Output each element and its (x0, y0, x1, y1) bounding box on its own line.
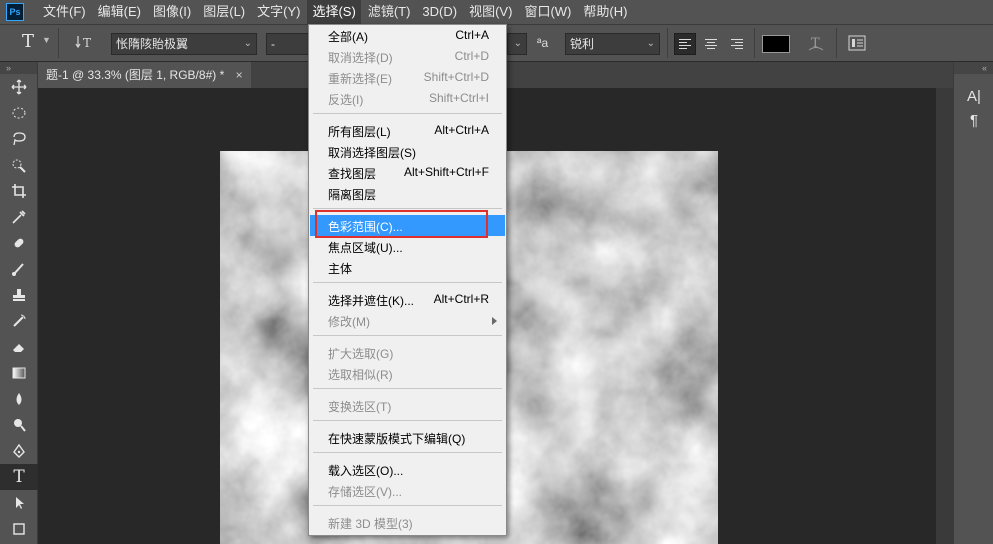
divider (754, 28, 755, 58)
menu-item-save-selection[interactable]: 存储选区(V)... (310, 480, 505, 501)
shape-tool-icon[interactable] (0, 516, 38, 542)
menu-item-quick-mask[interactable]: 在快速蒙版模式下编辑(Q) (310, 427, 505, 448)
menu-bar: Ps 文件(F) 编辑(E) 图像(I) 图层(L) 文字(Y) 选择(S) 滤… (0, 0, 993, 24)
menu-item-modify[interactable]: 修改(M) (310, 310, 505, 331)
menu-item-similar[interactable]: 选取相似(R) (310, 363, 505, 384)
pen-tool-icon[interactable] (0, 438, 38, 464)
panel-collapse-grip[interactable]: » (0, 62, 37, 74)
menu-3d[interactable]: 3D(D) (417, 0, 462, 24)
font-family-select[interactable]: 怅隋陔貽极翼 ⌄ (111, 33, 257, 55)
right-panel-dock: « A| ¶ (953, 62, 993, 544)
chevron-down-icon: ⌄ (646, 38, 655, 49)
clone-stamp-tool-icon[interactable] (0, 282, 38, 308)
menu-item-select-and-mask[interactable]: 选择并遮住(K)... Alt+Ctrl+R (310, 289, 505, 310)
menu-item-transform-selection[interactable]: 变换选区(T) (310, 395, 505, 416)
align-right-icon (731, 37, 743, 51)
type-tool-preset-icon[interactable]: T (22, 31, 34, 53)
brush-tool-icon[interactable] (0, 256, 38, 282)
document-tab[interactable]: 题-1 @ 33.3% (图层 1, RGB/8#) * × (38, 62, 251, 88)
menu-separator (313, 113, 502, 114)
character-panel-icon[interactable]: A| (954, 84, 993, 108)
tools-panel: » T (0, 62, 38, 544)
menu-separator (313, 282, 502, 283)
panel-collapse-grip[interactable]: « (954, 62, 993, 74)
menu-separator (313, 335, 502, 336)
menu-item-load-selection[interactable]: 载入选区(O)... (310, 459, 505, 480)
character-panel-toggle-icon[interactable] (848, 35, 866, 57)
align-left-button[interactable] (674, 33, 696, 55)
marquee-tool-icon[interactable] (0, 100, 38, 126)
menu-layer[interactable]: 图层(L) (198, 0, 250, 24)
menu-help[interactable]: 帮助(H) (578, 0, 632, 24)
warp-text-icon[interactable]: T (806, 33, 826, 55)
menu-image[interactable]: 图像(I) (148, 0, 196, 24)
font-family-value: 怅隋陔貽极翼 (116, 37, 189, 51)
menu-window[interactable]: 窗口(W) (519, 0, 576, 24)
menu-file[interactable]: 文件(F) (38, 0, 91, 24)
menu-item-all-layers[interactable]: 所有图层(L) Alt+Ctrl+A (310, 120, 505, 141)
annotation-highlight-box (315, 210, 488, 238)
toggle-text-orientation-icon[interactable]: T (75, 33, 93, 55)
close-icon[interactable]: × (236, 68, 243, 82)
menu-item-deselect-layers[interactable]: 取消选择图层(S) (310, 141, 505, 162)
healing-brush-tool-icon[interactable] (0, 230, 38, 256)
chevron-down-icon: ⌄ (243, 38, 252, 49)
menu-separator (313, 208, 502, 209)
menu-item-new-3d-model[interactable]: 新建 3D 模型(3) (310, 512, 505, 533)
align-center-icon (705, 37, 717, 51)
move-tool-icon[interactable] (0, 74, 38, 100)
menu-item-inverse[interactable]: 反选(I) Shift+Ctrl+I (310, 88, 505, 109)
menu-item-subject[interactable]: 主体 (310, 257, 505, 278)
menu-type[interactable]: 文字(Y) (252, 0, 305, 24)
eyedropper-tool-icon[interactable] (0, 204, 38, 230)
menu-separator (313, 388, 502, 389)
blur-tool-icon[interactable] (0, 386, 38, 412)
menu-item-find-layers[interactable]: 查找图层 Alt+Shift+Ctrl+F (310, 162, 505, 183)
path-selection-tool-icon[interactable] (0, 490, 38, 516)
submenu-arrow-icon (492, 317, 497, 325)
divider (667, 28, 668, 58)
font-style-value: - (271, 37, 275, 51)
paragraph-panel-icon[interactable]: ¶ (954, 108, 993, 132)
document-tab-title: 题-1 @ 33.3% (图层 1, RGB/8#) * (46, 68, 225, 82)
photoshop-logo-icon: Ps (6, 3, 24, 21)
vertical-scrollbar[interactable] (936, 88, 953, 544)
menu-item-reselect[interactable]: 重新选择(E) Shift+Ctrl+D (310, 67, 505, 88)
font-size-select[interactable]: ⌄ (507, 33, 527, 55)
quick-select-tool-icon[interactable] (0, 152, 38, 178)
align-center-button[interactable] (700, 33, 722, 55)
chevron-down-icon: ⌄ (513, 38, 522, 49)
menu-separator (313, 420, 502, 421)
antialias-icon: ªa (537, 36, 549, 50)
menu-item-grow[interactable]: 扩大选取(G) (310, 342, 505, 363)
align-right-button[interactable] (726, 33, 748, 55)
menu-view[interactable]: 视图(V) (464, 0, 517, 24)
select-menu-dropdown: 全部(A) Ctrl+A 取消选择(D) Ctrl+D 重新选择(E) Shif… (308, 24, 507, 536)
chevron-down-icon[interactable]: ▼ (42, 35, 51, 57)
crop-tool-icon[interactable] (0, 178, 38, 204)
svg-text:T: T (83, 36, 91, 50)
menu-item-isolate-layers[interactable]: 隔离图层 (310, 183, 505, 204)
history-brush-tool-icon[interactable] (0, 308, 38, 334)
menu-edit[interactable]: 编辑(E) (93, 0, 146, 24)
menu-separator (313, 505, 502, 506)
menu-item-deselect[interactable]: 取消选择(D) Ctrl+D (310, 46, 505, 67)
antialias-select[interactable]: 锐利 ⌄ (565, 33, 660, 55)
menu-item-focus-area[interactable]: 焦点区域(U)... (310, 236, 505, 257)
svg-text:T: T (811, 36, 820, 51)
antialias-value: 锐利 (570, 37, 595, 51)
menu-separator (313, 452, 502, 453)
menu-filter[interactable]: 滤镜(T) (363, 0, 416, 24)
menu-select[interactable]: 选择(S) (307, 0, 361, 24)
type-tool-icon[interactable]: T (0, 464, 38, 490)
eraser-tool-icon[interactable] (0, 334, 38, 360)
divider (58, 28, 59, 58)
dodge-tool-icon[interactable] (0, 412, 38, 438)
align-left-icon (679, 37, 691, 51)
gradient-tool-icon[interactable] (0, 360, 38, 386)
text-color-swatch[interactable] (762, 35, 790, 53)
menu-item-select-all[interactable]: 全部(A) Ctrl+A (310, 25, 505, 46)
divider (836, 28, 837, 58)
lasso-tool-icon[interactable] (0, 126, 38, 152)
